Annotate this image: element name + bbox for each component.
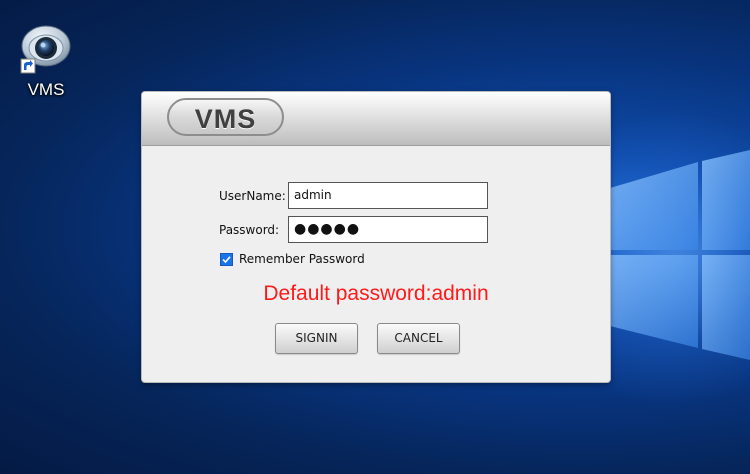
desktop-shortcut-label: VMS xyxy=(27,80,65,99)
remember-password-checkbox[interactable] xyxy=(220,253,233,266)
desktop-shortcut-vms[interactable]: VMS xyxy=(14,18,78,104)
password-label: Password: xyxy=(219,223,280,237)
dialog-header: VMS xyxy=(142,92,610,146)
vms-logo: VMS xyxy=(167,98,284,136)
default-password-notice: Default password:admin xyxy=(263,282,489,305)
username-input[interactable]: admin xyxy=(288,182,488,209)
username-label: UserName: xyxy=(219,189,286,203)
cancel-button[interactable]: CANCEL xyxy=(377,323,460,354)
signin-button[interactable]: SIGNIN xyxy=(275,323,358,354)
password-input[interactable]: ●●●●● xyxy=(288,216,488,243)
remember-password-label[interactable]: Remember Password xyxy=(239,252,365,266)
vms-camera-icon xyxy=(20,25,71,74)
checkmark-icon xyxy=(222,256,231,264)
login-dialog: VMS UserName: admin Password: ●●●●● Reme… xyxy=(141,91,611,383)
vms-logo-text: VMS xyxy=(194,104,257,134)
